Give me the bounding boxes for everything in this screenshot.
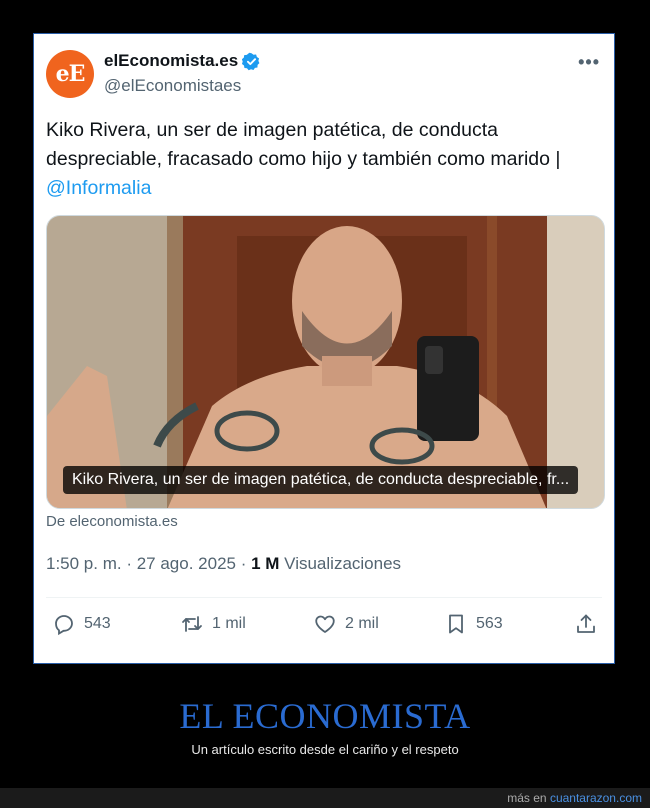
views-label: Visualizaciones <box>284 554 402 573</box>
account-handle[interactable]: @elEconomistaes <box>104 76 241 96</box>
tweet-text: Kiko Rivera, un ser de imagen patética, … <box>46 116 606 203</box>
tweet-frame: eE elEconomista.es @elEconomistaes ••• K… <box>33 33 615 664</box>
verified-badge-icon <box>242 52 260 70</box>
site-prefix: más en <box>507 791 547 805</box>
bookmark-button[interactable]: 563 <box>444 612 503 636</box>
retweet-count: 1 mil <box>212 615 246 632</box>
divider <box>46 597 602 598</box>
reply-button[interactable]: 543 <box>52 612 111 636</box>
site-link[interactable]: cuantarazon.com <box>550 791 642 805</box>
tweet-meta: 1:50 p. m. · 27 ago. 2025 · 1 M Visualiz… <box>46 554 402 573</box>
bookmark-icon <box>449 614 463 634</box>
site-credit: más en cuantarazon.com <box>507 791 642 805</box>
tweet-card[interactable]: eE elEconomista.es @elEconomistaes ••• K… <box>34 34 614 663</box>
account-name[interactable]: elEconomista.es <box>104 51 238 71</box>
bottom-bar: más en cuantarazon.com <box>0 788 650 808</box>
like-button[interactable]: 2 mil <box>313 612 379 636</box>
account-name-row[interactable]: elEconomista.es <box>104 51 261 71</box>
media-caption: Kiko Rivera, un ser de imagen patética, … <box>63 466 579 494</box>
retweet-button[interactable]: 1 mil <box>180 612 246 636</box>
tweet-time[interactable]: 1:50 p. m. <box>46 554 122 573</box>
reply-icon <box>55 615 73 636</box>
footer-subtitle: Un artículo escrito desde el cariño y el… <box>191 742 459 757</box>
bookmark-count: 563 <box>476 615 503 632</box>
views-count: 1 M <box>251 554 280 573</box>
action-bar: 543 1 mil 2 mil 563 <box>46 612 602 642</box>
link-source[interactable]: De eleconomista.es <box>46 513 178 530</box>
link-card-media[interactable]: Kiko Rivera, un ser de imagen patética, … <box>46 215 605 509</box>
more-options-icon[interactable]: ••• <box>578 52 600 73</box>
retweet-icon <box>182 616 202 632</box>
avatar[interactable]: eE <box>46 50 94 98</box>
like-count: 2 mil <box>345 615 379 632</box>
tweet-body: Kiko Rivera, un ser de imagen patética, … <box>46 119 561 170</box>
reply-count: 543 <box>84 615 111 632</box>
share-button[interactable] <box>574 612 598 636</box>
heart-icon <box>315 615 335 633</box>
mention-link[interactable]: @Informalia <box>46 177 151 199</box>
tweet-date[interactable]: 27 ago. 2025 <box>137 554 236 573</box>
share-icon <box>577 614 595 633</box>
footer-title: EL ECONOMISTA <box>179 696 471 736</box>
